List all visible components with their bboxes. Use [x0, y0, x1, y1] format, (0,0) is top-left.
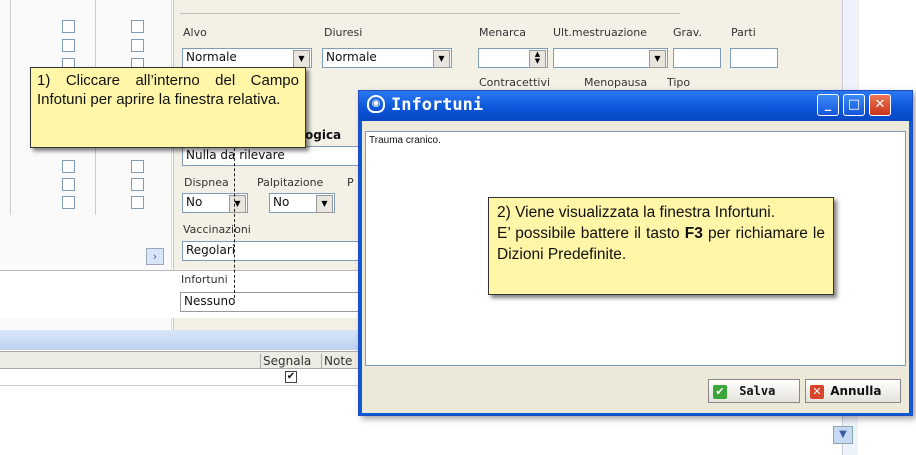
- chevron-down-icon[interactable]: ▼: [293, 50, 310, 68]
- callout-connector: [234, 148, 235, 298]
- chevron-down-icon[interactable]: ▼: [649, 50, 666, 68]
- contracettivi-label: Contracettivi: [479, 76, 551, 89]
- truncated-label: P: [347, 176, 354, 189]
- vaccinazioni-value: Regolari: [186, 243, 236, 257]
- tipo-label: Tipo: [667, 76, 691, 89]
- minimize-button[interactable]: _: [817, 94, 839, 116]
- dispnea-value: No: [186, 195, 203, 209]
- infortuni-label: Infortuni: [181, 273, 228, 286]
- checkbox[interactable]: [62, 160, 75, 173]
- grav-field[interactable]: [673, 48, 721, 68]
- f3-key: F3: [684, 225, 703, 242]
- section-heading: ogica: [305, 128, 342, 142]
- checkbox[interactable]: [131, 196, 144, 209]
- ult-mestruazione-label: Ult.mestruazione: [553, 26, 647, 39]
- grid-row[interactable]: [0, 370, 365, 386]
- grid-header-segnala: Segnala: [260, 354, 311, 368]
- palpitazione-label: Palpitazione: [257, 176, 324, 189]
- infortuni-value: Nessuno: [184, 294, 236, 308]
- checkbox[interactable]: [62, 39, 75, 52]
- parti-label: Parti: [731, 26, 756, 39]
- strip-vline-1: [10, 0, 11, 215]
- dialog-titlebar[interactable]: ◉ Infortuni _ □ ✕: [359, 91, 912, 121]
- diuresi-value: Normale: [326, 50, 377, 64]
- apparato-value: Nulla da rilevare: [186, 148, 285, 162]
- cancel-button[interactable]: ✕ Annulla: [805, 379, 901, 403]
- ult-mestruazione-select[interactable]: ▼: [553, 48, 668, 68]
- diuresi-select[interactable]: Normale ▼: [322, 48, 452, 68]
- infortuni-field[interactable]: Nessuno: [180, 292, 365, 312]
- chevron-down-icon[interactable]: ▼: [316, 195, 333, 213]
- chevron-down-icon[interactable]: ▼: [433, 50, 450, 68]
- top-row-remnant: [180, 0, 680, 14]
- menopausa-label: Menopausa: [584, 76, 648, 89]
- checkbox[interactable]: [131, 20, 144, 33]
- apparato-field[interactable]: Nulla da rilevare: [182, 146, 362, 166]
- alvo-value: Normale: [186, 50, 237, 64]
- instruction-callout-2: 2) Viene visualizzata la finestra Infort…: [488, 197, 834, 295]
- grav-label: Grav.: [673, 26, 702, 39]
- diuresi-label: Diuresi: [324, 26, 363, 39]
- alvo-select[interactable]: Normale ▼: [182, 48, 312, 68]
- checkbox[interactable]: [131, 39, 144, 52]
- stepper-arrows-icon[interactable]: ▲ ▼: [529, 50, 546, 68]
- instruction-callout-2-line1: 2) Viene visualizzata la finestra Infort…: [497, 204, 776, 221]
- checkbox[interactable]: [62, 196, 75, 209]
- alvo-label: Alvo: [183, 26, 207, 39]
- menarca-label: Menarca: [479, 26, 527, 39]
- scroll-right-button[interactable]: ›: [146, 248, 164, 265]
- scroll-down-button[interactable]: ▼: [833, 426, 853, 444]
- dispnea-select[interactable]: No ▼: [182, 193, 248, 213]
- menarca-stepper[interactable]: ▲ ▼: [478, 48, 548, 68]
- vaccinazioni-label: Vaccinazioni: [183, 223, 251, 236]
- instruction-callout-2-prefix: E’ possibile battere il tasto: [497, 225, 685, 242]
- cancel-icon: ✕: [810, 384, 824, 399]
- palpitazione-select[interactable]: No ▼: [269, 193, 335, 213]
- grid-header-note: Note: [321, 354, 352, 368]
- checkbox[interactable]: [62, 20, 75, 33]
- check-icon: ✔: [713, 384, 727, 399]
- cancel-button-label: Annulla: [830, 384, 882, 398]
- infortuni-textarea-content: Trauma cranico.: [369, 135, 441, 146]
- chevron-down-icon[interactable]: ▼: [229, 195, 246, 213]
- save-button-label: Salva: [739, 384, 776, 398]
- parti-field[interactable]: [730, 48, 778, 68]
- instruction-callout-1-text: 1) Cliccare all’interno del Campo Infotu…: [37, 72, 299, 108]
- close-button[interactable]: ✕: [869, 94, 891, 116]
- palpitazione-value: No: [273, 195, 290, 209]
- save-button[interactable]: ✔ Salva: [708, 379, 800, 403]
- dialog-app-icon: ◉: [367, 95, 385, 113]
- checkbox[interactable]: [131, 178, 144, 191]
- dialog-title: Infortuni: [391, 95, 484, 115]
- dispnea-label: Dispnea: [184, 176, 229, 189]
- instruction-callout-1: 1) Cliccare all’interno del Campo Infotu…: [30, 67, 306, 148]
- checkbox-checked-icon[interactable]: ✔: [285, 371, 297, 383]
- checkbox[interactable]: [62, 178, 75, 191]
- vaccinazioni-field[interactable]: Regolari: [182, 241, 362, 261]
- checkbox[interactable]: [131, 160, 144, 173]
- maximize-button[interactable]: □: [843, 94, 865, 116]
